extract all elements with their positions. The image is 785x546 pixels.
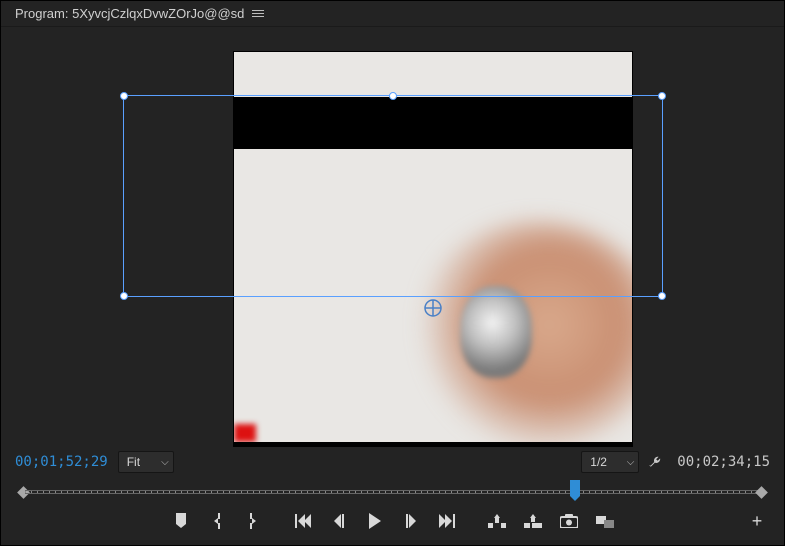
settings-wrench-icon[interactable] [649,453,667,471]
mini-timeline[interactable] [17,481,768,503]
add-marker-button[interactable] [170,510,192,532]
canvas [123,35,663,435]
program-viewport[interactable] [1,27,784,443]
transport-bar: + [1,503,784,539]
video-content-accent [234,424,256,442]
control-row: 00;01;52;29 Fit ⌵ 1/2 ⌵ 00;02;34;15 [1,443,784,481]
export-frame-button[interactable] [558,510,580,532]
letterbox-top [234,97,632,149]
resolution-dropdown-label: 1/2 [590,455,607,469]
step-forward-button[interactable] [400,510,422,532]
playhead[interactable] [570,480,580,496]
chevron-down-icon: ⌵ [627,457,635,468]
panel-title: Program: 5XyvcjCzlqxDvwZOrJo@@sd [15,6,244,21]
go-to-out-button[interactable] [436,510,458,532]
anchor-point-icon[interactable] [423,298,443,318]
mark-out-button[interactable] [242,510,264,532]
zoom-dropdown[interactable]: Fit ⌵ [118,451,174,473]
timecode-total: 00;02;34;15 [677,454,770,470]
extract-button[interactable] [522,510,544,532]
bbox-handle-mid-left[interactable] [120,292,128,300]
panel-header: Program: 5XyvcjCzlqxDvwZOrJo@@sd [1,1,784,27]
step-back-button[interactable] [328,510,350,532]
timecode-current[interactable]: 00;01;52;29 [15,454,108,470]
bbox-handle-top-left[interactable] [120,92,128,100]
resolution-dropdown[interactable]: 1/2 ⌵ [581,451,639,473]
timeline-scroll-right[interactable] [755,486,768,499]
video-frame [233,51,633,447]
bbox-handle-top-mid[interactable] [389,92,397,100]
go-to-in-button[interactable] [292,510,314,532]
button-editor-plus[interactable]: + [748,512,766,530]
bbox-handle-top-right[interactable] [658,92,666,100]
video-content-coin [460,286,532,378]
play-button[interactable] [364,510,386,532]
timeline-ruler[interactable] [25,490,760,494]
letterbox-bottom [234,442,632,446]
bbox-handle-mid-right[interactable] [658,292,666,300]
lift-button[interactable] [486,510,508,532]
chevron-down-icon: ⌵ [161,457,169,468]
panel-menu-icon[interactable] [252,10,264,17]
comparison-view-button[interactable] [594,510,616,532]
zoom-dropdown-label: Fit [127,455,140,469]
mark-in-button[interactable] [206,510,228,532]
